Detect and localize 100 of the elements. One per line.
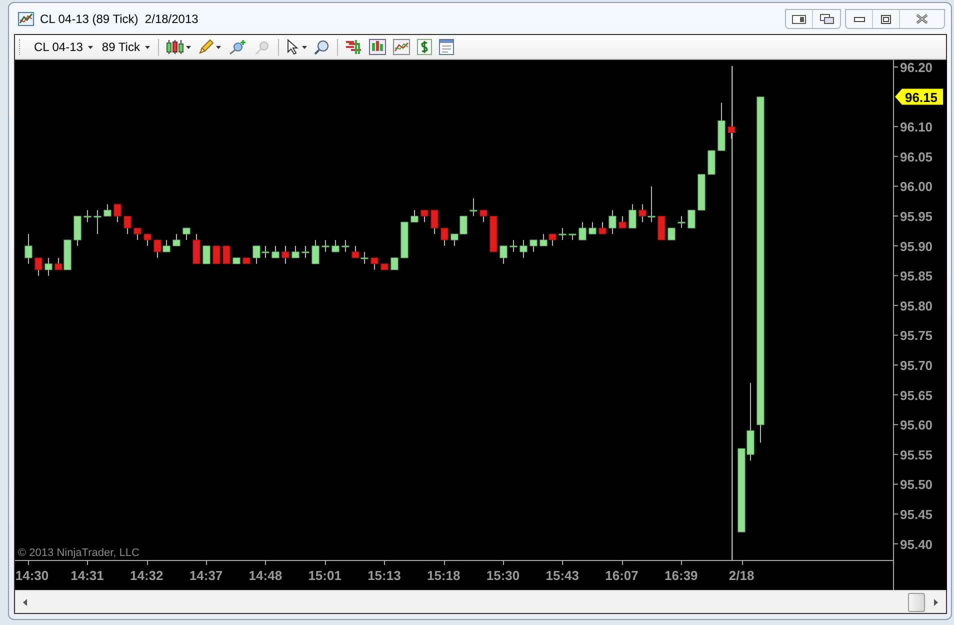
- caret-icon: [88, 46, 93, 48]
- dollar-icon: [416, 39, 432, 55]
- candlestick: [558, 228, 566, 240]
- time-label: 16:39: [664, 568, 698, 583]
- time-label: 14:37: [189, 568, 223, 583]
- dollar-button[interactable]: [414, 37, 434, 57]
- price-label: 95.95: [900, 209, 933, 224]
- price-label: 96.05: [900, 149, 933, 164]
- candlestick: [144, 234, 152, 246]
- candlestick: [74, 216, 82, 246]
- candlestick: [728, 126, 736, 140]
- time-label: 14:31: [70, 568, 104, 583]
- candlestick: [440, 228, 448, 246]
- panel-icon: [792, 14, 806, 24]
- last-price-tag: 96.15: [895, 88, 943, 105]
- time-label: 14:30: [15, 568, 49, 583]
- bar-chart-icon: [344, 39, 362, 55]
- minimize-icon: [854, 16, 864, 22]
- maximize-icon: [881, 14, 891, 24]
- candlestick: [430, 210, 438, 235]
- time-label: 14:48: [248, 568, 282, 583]
- candlestick: [370, 257, 378, 270]
- candlestick: [104, 204, 112, 217]
- candlestick: [182, 228, 190, 240]
- candlestick: [24, 234, 32, 264]
- candlestick-icon: [166, 39, 184, 55]
- candlestick: [282, 245, 290, 264]
- candlestick: [658, 216, 666, 240]
- price-label: 96.10: [900, 120, 933, 135]
- cursor-icon: [286, 39, 300, 55]
- candlestick: [490, 216, 498, 252]
- caret-icon: [186, 46, 191, 48]
- candlestick: [500, 245, 508, 264]
- line-chart-icon: [392, 39, 410, 55]
- time-label: 14:32: [130, 568, 164, 583]
- time-label: 2/18: [728, 568, 754, 583]
- candlestick: [192, 234, 200, 264]
- candlestick: [568, 234, 576, 240]
- caret-icon: [302, 46, 307, 48]
- candlestick: [708, 150, 716, 175]
- scroll-left-icon[interactable]: [23, 598, 27, 606]
- price-label: 95.90: [900, 238, 933, 254]
- candlestick: [342, 239, 350, 252]
- candlestick: [202, 245, 210, 264]
- candlestick: [718, 102, 726, 152]
- properties-button[interactable]: [436, 37, 456, 57]
- time-label: 15:18: [426, 568, 460, 583]
- scroll-right-icon[interactable]: [934, 598, 938, 606]
- candlestick: [520, 239, 528, 258]
- price-label: 96.00: [900, 179, 933, 194]
- close-icon: [916, 14, 928, 24]
- candlestick: [410, 210, 418, 223]
- candlestick: [84, 210, 92, 223]
- price-label: 95.50: [900, 477, 933, 492]
- candlestick: [578, 222, 586, 240]
- candlestick: [598, 222, 606, 235]
- scrollbar-thumb[interactable]: [908, 592, 925, 612]
- windows-icon: [820, 14, 834, 24]
- candlestick: [420, 210, 428, 223]
- time-label: 16:07: [605, 568, 638, 583]
- candlestick: [312, 239, 320, 264]
- time-label: 15:30: [486, 568, 520, 583]
- price-label: 95.70: [900, 358, 933, 373]
- candlestick: [332, 239, 340, 252]
- chart-icon: [18, 12, 34, 26]
- price-label: 95.75: [900, 328, 933, 344]
- candlestick: [510, 239, 518, 252]
- interval-dropdown[interactable]: 89 Tick: [98, 37, 153, 57]
- candlestick: [380, 263, 388, 270]
- caret-icon: [216, 46, 221, 48]
- candlestick: [678, 216, 686, 229]
- time-label: 15:01: [308, 568, 342, 583]
- pin-add-icon: [228, 39, 246, 55]
- pin-icon: [252, 39, 271, 55]
- candlestick: [688, 210, 696, 229]
- search-icon: [314, 39, 330, 55]
- candlestick: [272, 245, 280, 258]
- candlestick: [480, 210, 488, 223]
- candlestick: [44, 257, 52, 276]
- pencil-icon: [198, 39, 214, 55]
- instrument-dropdown[interactable]: CL 04-13: [31, 37, 96, 57]
- properties-icon: [438, 39, 454, 55]
- price-label: 95.85: [900, 268, 933, 284]
- price-label: 95.45: [900, 507, 933, 522]
- candlestick: [114, 204, 122, 223]
- window-title: CL 04-13 (89 Tick) 2/18/2013: [40, 12, 198, 26]
- candlestick: [302, 245, 310, 258]
- candlestick: [34, 257, 42, 276]
- candlestick: [628, 204, 636, 229]
- price-label: 95.40: [900, 536, 933, 552]
- candlestick: [668, 228, 676, 240]
- price-label: 95.55: [900, 447, 933, 462]
- candlestick: [618, 216, 626, 229]
- price-label: 96.20: [900, 60, 933, 75]
- candlestick: [698, 174, 706, 211]
- candlestick: [134, 228, 142, 240]
- copyright-text: © 2013 NinjaTrader, LLC: [18, 547, 140, 559]
- candlestick: [470, 198, 478, 217]
- candlestick-button[interactable]: [164, 37, 193, 57]
- line-chart-button[interactable]: [390, 37, 412, 57]
